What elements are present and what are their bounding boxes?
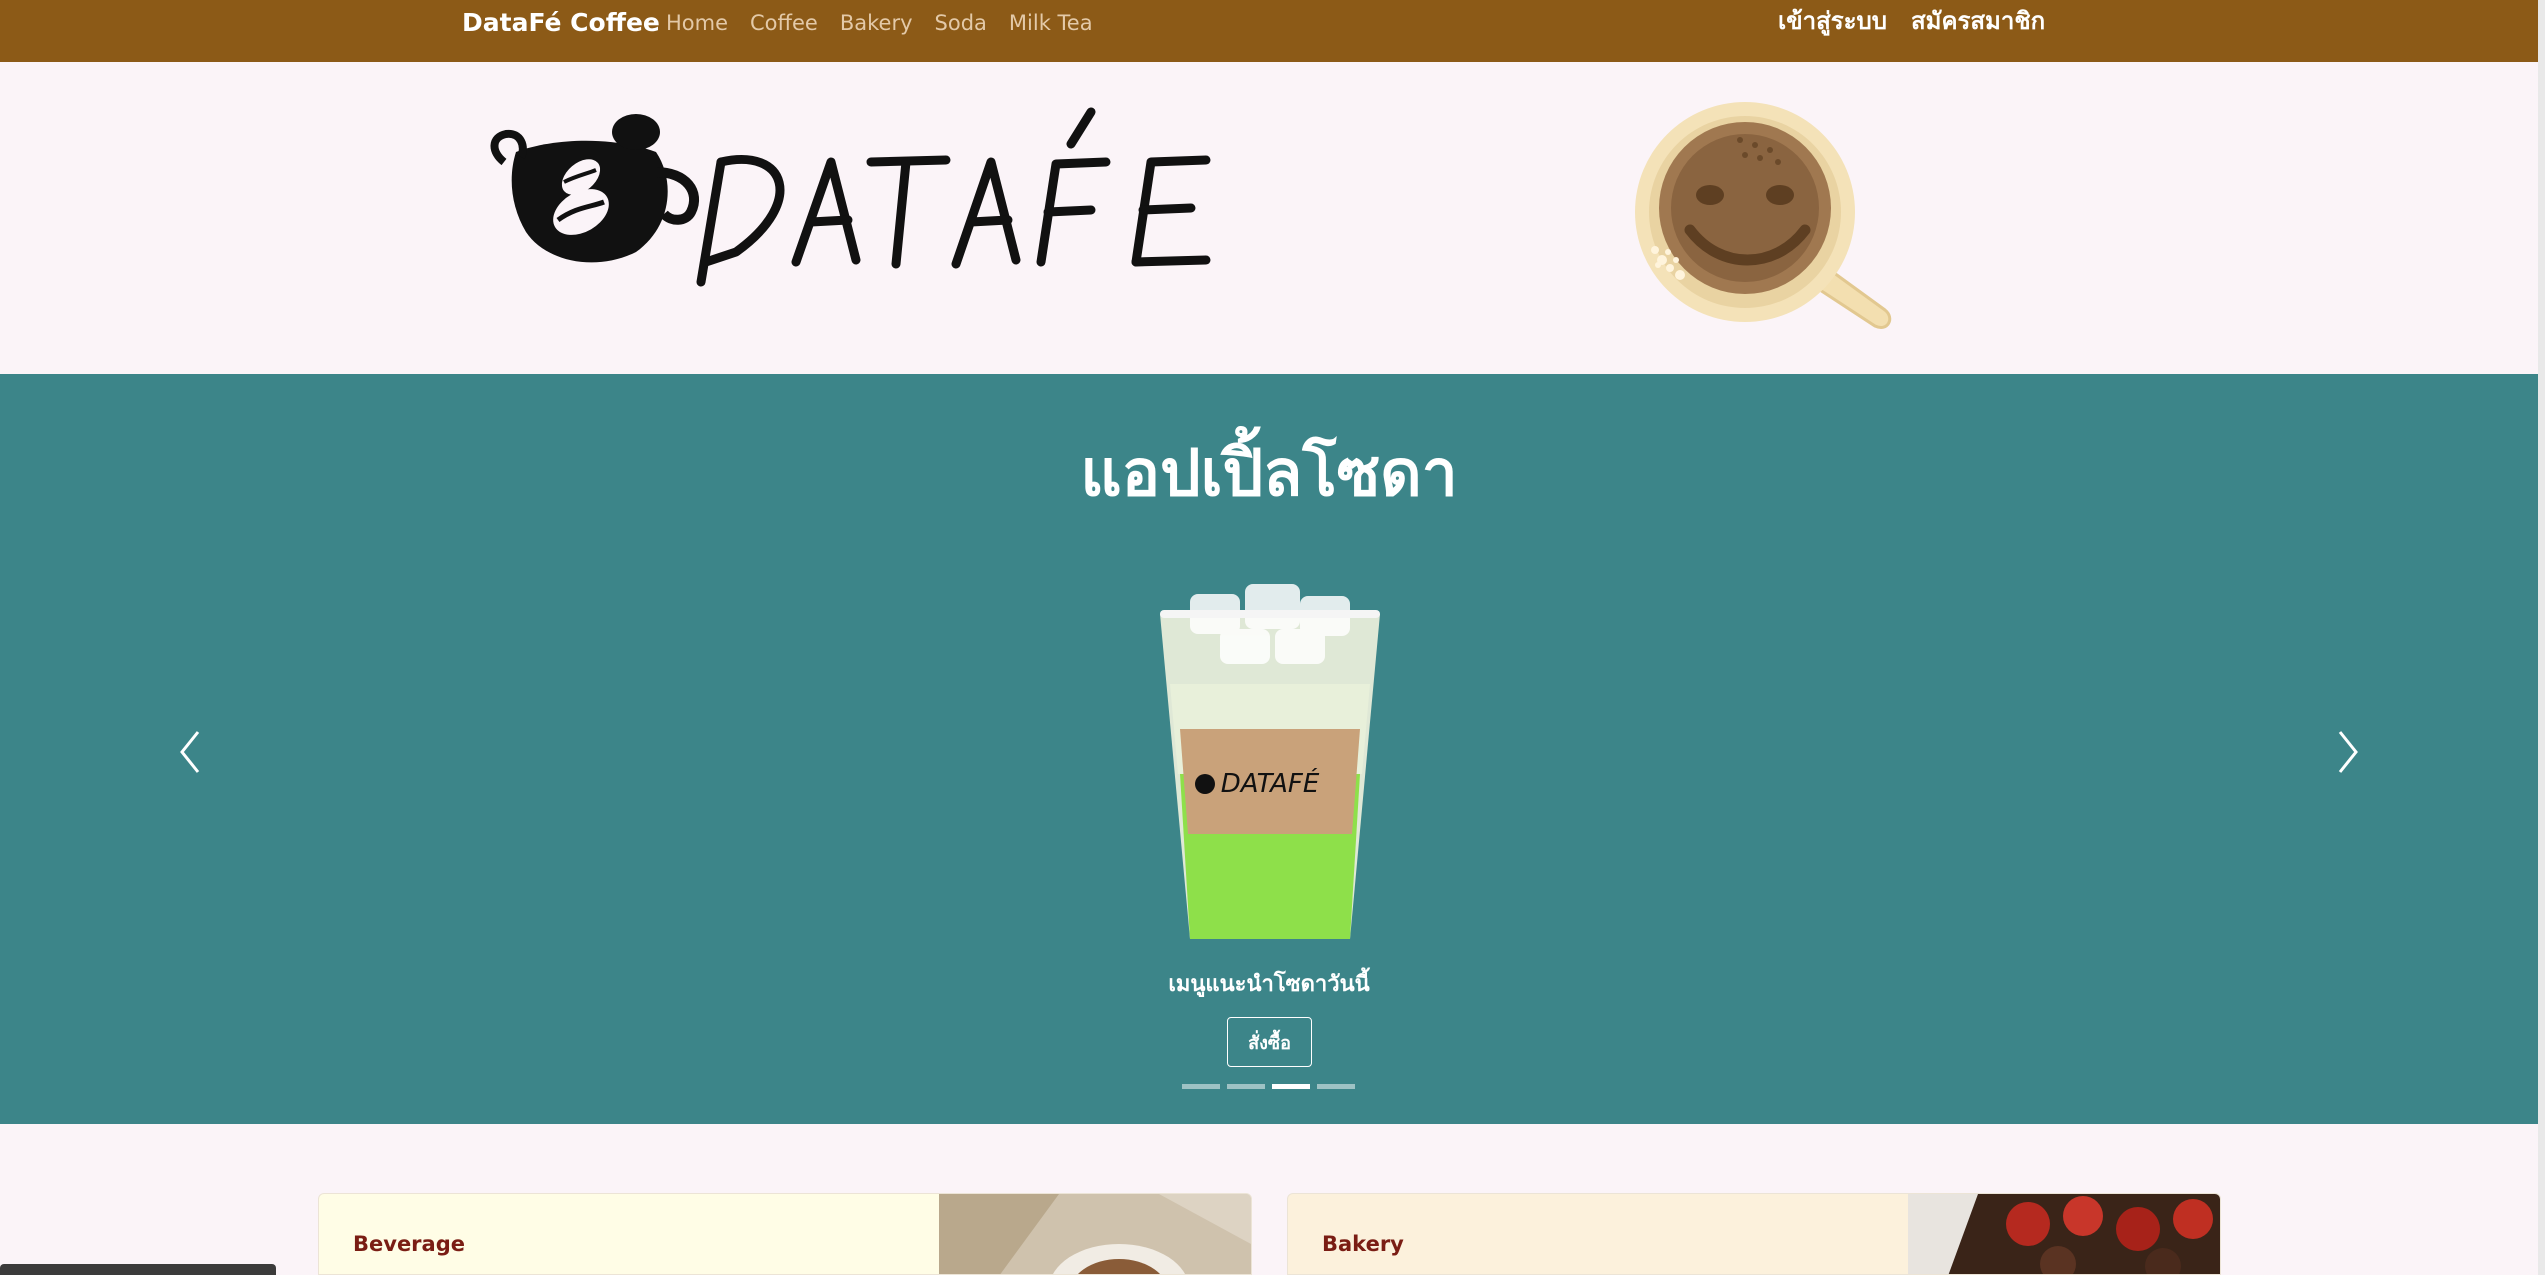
nav-link-coffee[interactable]: Coffee bbox=[750, 8, 818, 38]
slide-caption: เมนูแนะนำโซดาวันนี้ bbox=[1168, 972, 1370, 997]
card-label-beverage: Beverage bbox=[353, 1232, 465, 1256]
auth-links: เข้าสู่ระบบ สมัครสมาชิก bbox=[1778, 6, 2045, 36]
slide-title: แอปเปิ้ลโซดา bbox=[1080, 437, 1458, 511]
nav-link-soda[interactable]: Soda bbox=[935, 8, 987, 38]
hero-carousel: แอปเปิ้ลโซดา DATAFÉ เมนูแนะนำโซดาวันนี้ … bbox=[0, 374, 2538, 1124]
register-link[interactable]: สมัครสมาชิก bbox=[1911, 6, 2045, 36]
nav-links: Home Coffee Bakery Soda Milk Tea bbox=[666, 8, 1093, 38]
nav-link-bakery[interactable]: Bakery bbox=[840, 8, 913, 38]
svg-text:DATAFÉ: DATAFÉ bbox=[1221, 767, 1320, 799]
chocolate-strawberry-cake-photo bbox=[1908, 1194, 2220, 1274]
beverage-card[interactable]: Beverage bbox=[318, 1193, 1252, 1275]
latte-cup-photo bbox=[939, 1194, 1251, 1274]
carousel-indicator-1[interactable] bbox=[1182, 1084, 1220, 1089]
dataFe-logo bbox=[490, 107, 1211, 287]
smiley-coffee-cup-icon bbox=[1635, 102, 1892, 329]
navbar-brand[interactable]: DataFé Coffee bbox=[462, 6, 660, 40]
page-scrollbar[interactable] bbox=[2538, 0, 2545, 1275]
carousel-indicator-2[interactable] bbox=[1227, 1084, 1265, 1089]
bakery-card[interactable]: Bakery bbox=[1287, 1193, 2221, 1275]
carousel-next-icon[interactable] bbox=[2328, 726, 2368, 778]
carousel-indicator-3[interactable] bbox=[1272, 1084, 1310, 1089]
apple-soda-cup-image: DATAFÉ bbox=[1160, 584, 1380, 939]
top-navbar: DataFé Coffee Home Coffee Bakery Soda Mi… bbox=[0, 0, 2538, 62]
site-header bbox=[0, 62, 2538, 374]
login-link[interactable]: เข้าสู่ระบบ bbox=[1778, 6, 1887, 36]
nav-link-milk-tea[interactable]: Milk Tea bbox=[1009, 8, 1093, 38]
carousel-indicator-4[interactable] bbox=[1317, 1084, 1355, 1089]
carousel-indicators bbox=[1182, 1084, 1355, 1089]
carousel-prev-icon[interactable] bbox=[170, 726, 210, 778]
order-button[interactable]: สั่งซื้อ bbox=[1227, 1017, 1312, 1067]
nav-link-home[interactable]: Home bbox=[666, 8, 728, 38]
card-label-bakery: Bakery bbox=[1322, 1232, 1404, 1256]
status-tooltip bbox=[0, 1264, 276, 1275]
